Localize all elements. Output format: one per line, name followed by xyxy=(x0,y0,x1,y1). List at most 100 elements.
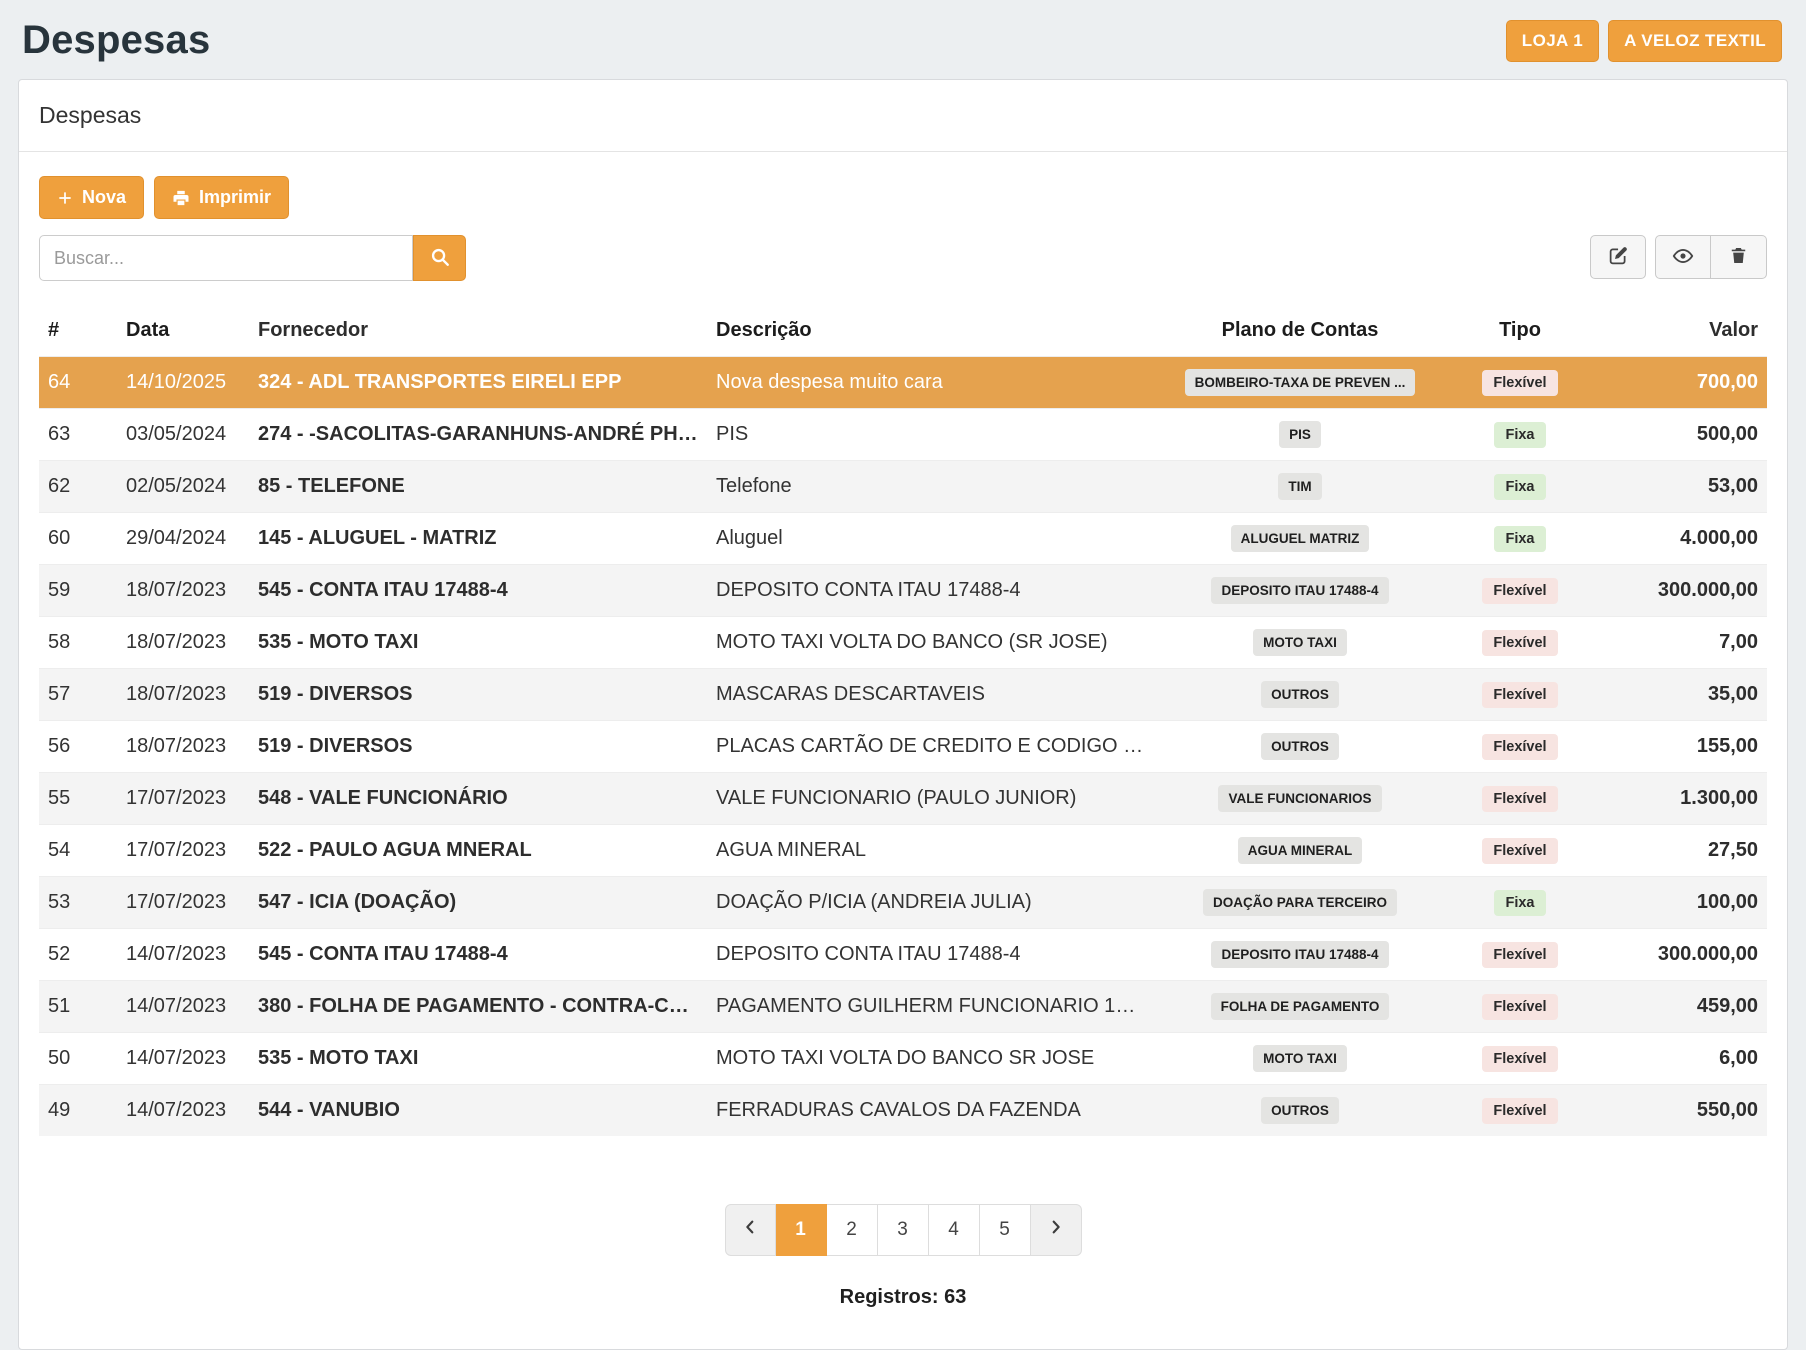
row-valor: 500,00 xyxy=(1595,409,1767,461)
tipo-badge: Fixa xyxy=(1494,474,1545,500)
table-row[interactable]: 64 14/10/2025 324 - ADL TRANSPORTES EIRE… xyxy=(39,357,1767,409)
row-fornecedor: 519 - DIVERSOS xyxy=(249,669,707,721)
next-page-button[interactable] xyxy=(1031,1204,1082,1256)
header-buttons: LOJA 1 A VELOZ TEXTIL xyxy=(1506,20,1782,62)
chevron-right-icon xyxy=(1048,1219,1064,1241)
plano-badge: OUTROS xyxy=(1261,733,1339,760)
plano-badge: FOLHA DE PAGAMENTO xyxy=(1211,993,1390,1020)
plano-badge: AGUA MINERAL xyxy=(1238,837,1363,864)
column-header-valor: Valor xyxy=(1595,311,1767,357)
table-row[interactable]: 52 14/07/2023 545 - CONTA ITAU 17488-4 D… xyxy=(39,929,1767,981)
row-date: 14/07/2023 xyxy=(117,1085,249,1137)
plano-badge: ALUGUEL MATRIZ xyxy=(1231,525,1370,552)
column-header-id: # xyxy=(39,311,117,357)
row-descricao: PAGAMENTO GUILHERM FUNCIONARIO 10 DIAS xyxy=(707,981,1155,1033)
row-id: 59 xyxy=(39,565,117,617)
table-row[interactable]: 58 18/07/2023 535 - MOTO TAXI MOTO TAXI … xyxy=(39,617,1767,669)
row-id: 52 xyxy=(39,929,117,981)
table-row[interactable]: 57 18/07/2023 519 - DIVERSOS MASCARAS DE… xyxy=(39,669,1767,721)
row-fornecedor: 522 - PAULO AGUA MNERAL xyxy=(249,825,707,877)
page-button-5[interactable]: 5 xyxy=(980,1204,1031,1256)
row-fornecedor: 324 - ADL TRANSPORTES EIRELI EPP xyxy=(249,357,707,409)
row-date: 17/07/2023 xyxy=(117,773,249,825)
tipo-badge: Flexível xyxy=(1482,682,1557,708)
plano-badge: PIS xyxy=(1279,421,1321,448)
table-body: 64 14/10/2025 324 - ADL TRANSPORTES EIRE… xyxy=(39,357,1767,1137)
plano-badge: OUTROS xyxy=(1261,1097,1339,1124)
page-button-2[interactable]: 2 xyxy=(827,1204,878,1256)
plus-icon xyxy=(57,190,73,206)
row-date: 03/05/2024 xyxy=(117,409,249,461)
page-button-1[interactable]: 1 xyxy=(776,1204,827,1256)
view-button[interactable] xyxy=(1655,235,1711,279)
edit-button[interactable] xyxy=(1590,235,1646,279)
card-body: Nova Imprimir xyxy=(19,152,1787,1349)
table-row[interactable]: 59 18/07/2023 545 - CONTA ITAU 17488-4 D… xyxy=(39,565,1767,617)
table-row[interactable]: 63 03/05/2024 274 - -SACOLITAS-GARANHUNS… xyxy=(39,409,1767,461)
row-descricao: DEPOSITO CONTA ITAU 17488-4 xyxy=(707,565,1155,617)
records-count: Registros: 63 xyxy=(39,1286,1767,1309)
row-descricao: DEPOSITO CONTA ITAU 17488-4 xyxy=(707,929,1155,981)
row-valor: 4.000,00 xyxy=(1595,513,1767,565)
imprimir-button-label: Imprimir xyxy=(199,187,271,208)
table-row[interactable]: 51 14/07/2023 380 - FOLHA DE PAGAMENTO -… xyxy=(39,981,1767,1033)
row-id: 58 xyxy=(39,617,117,669)
row-id: 53 xyxy=(39,877,117,929)
eye-icon xyxy=(1672,245,1694,270)
company-selector-button[interactable]: A VELOZ TEXTIL xyxy=(1608,20,1782,62)
trash-icon xyxy=(1729,246,1748,268)
row-fornecedor: 544 - VANUBIO xyxy=(249,1085,707,1137)
table-row[interactable]: 53 17/07/2023 547 - ICIA (DOAÇÃO) DOAÇÃO… xyxy=(39,877,1767,929)
row-date: 18/07/2023 xyxy=(117,617,249,669)
tipo-badge: Flexível xyxy=(1482,370,1557,396)
row-id: 56 xyxy=(39,721,117,773)
table-row[interactable]: 54 17/07/2023 522 - PAULO AGUA MNERAL AG… xyxy=(39,825,1767,877)
row-id: 51 xyxy=(39,981,117,1033)
page-button-4[interactable]: 4 xyxy=(929,1204,980,1256)
row-fornecedor: 274 - -SACOLITAS-GARANHUNS-ANDRÉ PH… xyxy=(249,409,707,461)
nova-button-label: Nova xyxy=(82,187,126,208)
row-date: 18/07/2023 xyxy=(117,721,249,773)
card-title: Despesas xyxy=(39,102,141,128)
row-valor: 53,00 xyxy=(1595,461,1767,513)
prev-page-button[interactable] xyxy=(725,1204,776,1256)
row-valor: 100,00 xyxy=(1595,877,1767,929)
plano-badge: MOTO TAXI xyxy=(1253,629,1347,656)
table-row[interactable]: 62 02/05/2024 85 - TELEFONE Telefone TIM… xyxy=(39,461,1767,513)
row-descricao: MASCARAS DESCARTAVEIS xyxy=(707,669,1155,721)
table-row[interactable]: 50 14/07/2023 535 - MOTO TAXI MOTO TAXI … xyxy=(39,1033,1767,1085)
row-descricao: DOAÇÃO P/ICIA (ANDREIA JULIA) xyxy=(707,877,1155,929)
delete-button[interactable] xyxy=(1711,235,1767,279)
tipo-badge: Flexível xyxy=(1482,734,1557,760)
plano-badge: OUTROS xyxy=(1261,681,1339,708)
despesas-table: #DataFornecedorDescriçãoPlano de ContasT… xyxy=(39,311,1767,1136)
row-descricao: MOTO TAXI VOLTA DO BANCO SR JOSE xyxy=(707,1033,1155,1085)
table-row[interactable]: 56 18/07/2023 519 - DIVERSOS PLACAS CART… xyxy=(39,721,1767,773)
table-row[interactable]: 55 17/07/2023 548 - VALE FUNCIONÁRIO VAL… xyxy=(39,773,1767,825)
page-header: Despesas LOJA 1 A VELOZ TEXTIL xyxy=(18,0,1788,79)
row-fornecedor: 535 - MOTO TAXI xyxy=(249,1033,707,1085)
nova-button[interactable]: Nova xyxy=(39,176,144,219)
search-button[interactable] xyxy=(413,235,466,281)
store-selector-button[interactable]: LOJA 1 xyxy=(1506,20,1599,62)
row-date: 14/07/2023 xyxy=(117,1033,249,1085)
row-id: 54 xyxy=(39,825,117,877)
row-descricao: VALE FUNCIONARIO (PAULO JUNIOR) xyxy=(707,773,1155,825)
imprimir-button[interactable]: Imprimir xyxy=(154,176,289,219)
page: Despesas LOJA 1 A VELOZ TEXTIL Despesas … xyxy=(0,0,1806,1350)
row-valor: 300.000,00 xyxy=(1595,565,1767,617)
page-button-3[interactable]: 3 xyxy=(878,1204,929,1256)
tipo-badge: Flexível xyxy=(1482,942,1557,968)
search-input[interactable] xyxy=(39,235,413,281)
plano-badge: BOMBEIRO-TAXA DE PREVEN ... xyxy=(1185,369,1416,396)
row-valor: 550,00 xyxy=(1595,1085,1767,1137)
row-date: 17/07/2023 xyxy=(117,877,249,929)
search-group xyxy=(39,235,466,281)
row-valor: 300.000,00 xyxy=(1595,929,1767,981)
pagination: 12345 xyxy=(39,1204,1767,1256)
row-id: 64 xyxy=(39,357,117,409)
row-fornecedor: 545 - CONTA ITAU 17488-4 xyxy=(249,565,707,617)
row-id: 62 xyxy=(39,461,117,513)
table-row[interactable]: 49 14/07/2023 544 - VANUBIO FERRADURAS C… xyxy=(39,1085,1767,1137)
table-row[interactable]: 60 29/04/2024 145 - ALUGUEL - MATRIZ Alu… xyxy=(39,513,1767,565)
